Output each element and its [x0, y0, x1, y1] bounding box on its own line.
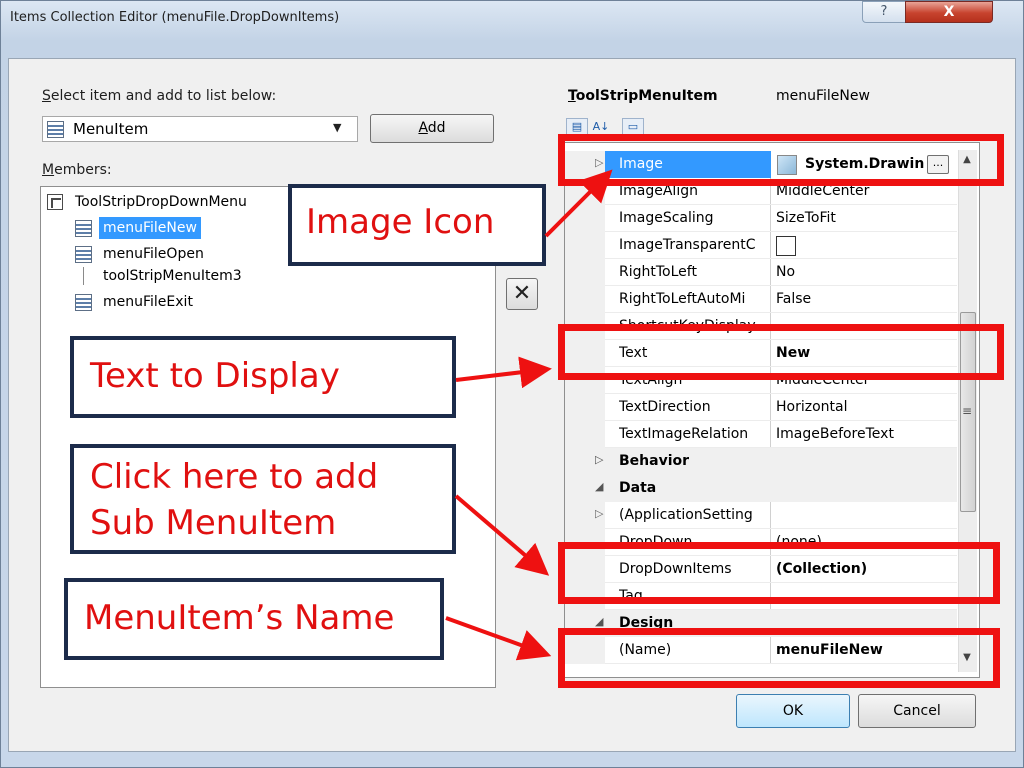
arrow-add-sub-menuitem: [454, 494, 550, 576]
arrow-image-icon: [544, 169, 613, 238]
arrow-text-to-display: [455, 356, 552, 389]
annotation-arrows: [445, 169, 613, 661]
arrow-menuitem-name: [445, 616, 552, 661]
